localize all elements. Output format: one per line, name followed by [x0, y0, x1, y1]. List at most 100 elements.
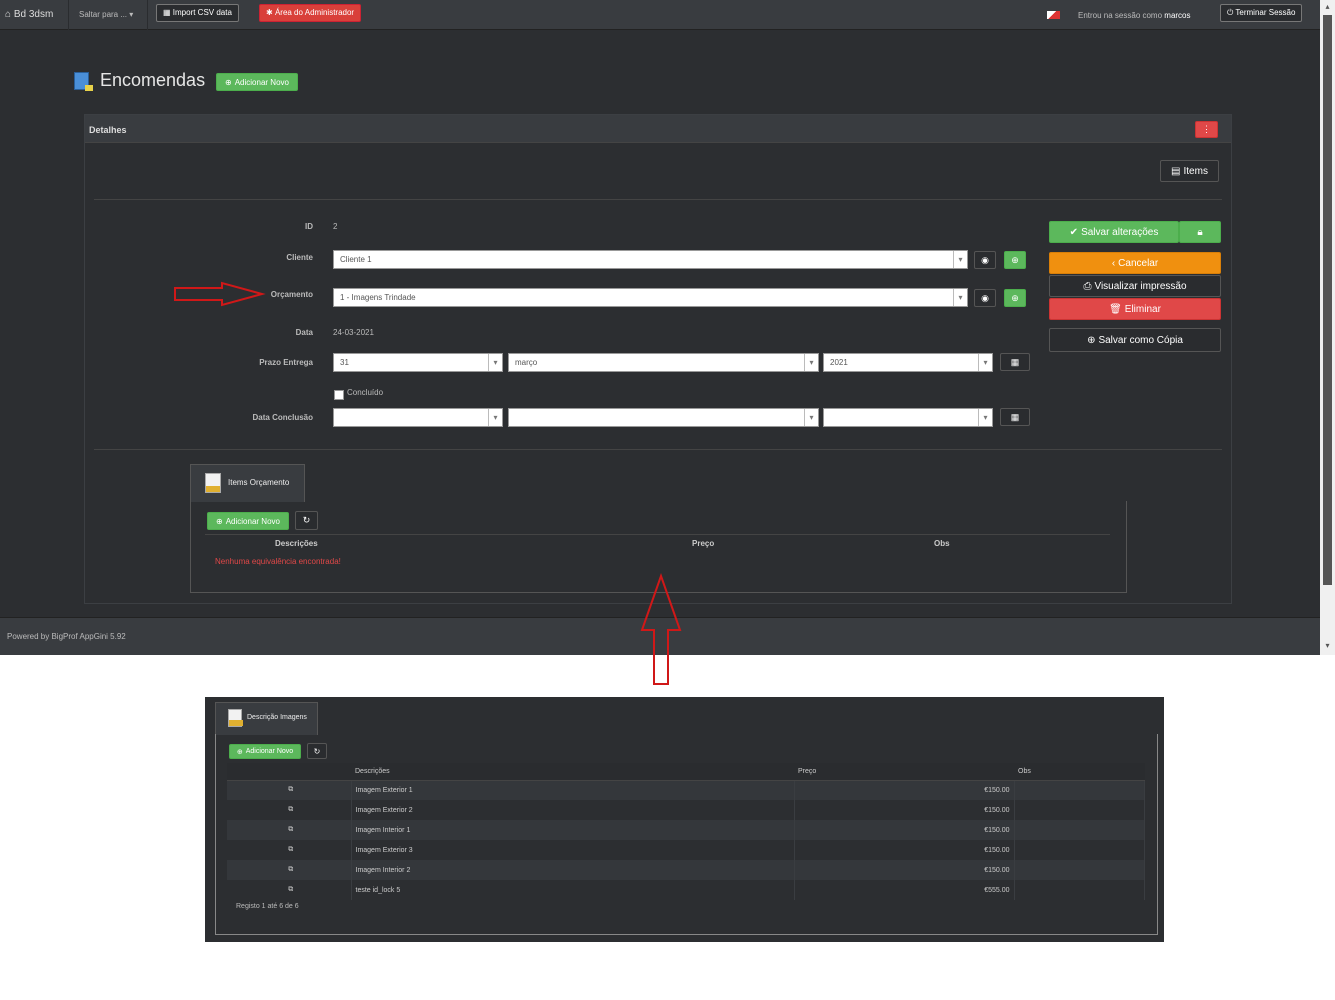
kebab-icon: ⋮: [1202, 124, 1211, 134]
prazo-day-select[interactable]: 31 ▾: [333, 353, 503, 372]
delete-button[interactable]: 🗑︎ Eliminar: [1049, 298, 1221, 320]
cliente-select[interactable]: Cliente 1 ▾: [333, 250, 968, 269]
row-desc: teste id_lock 5: [351, 880, 795, 900]
import-csv-button[interactable]: ▦ Import CSV data: [156, 4, 239, 22]
child-add-new-button[interactable]: ⊕ Adicionar Novo: [207, 512, 289, 530]
data-value: 24-03-2021: [333, 328, 374, 337]
jump-menu[interactable]: Saltar para ... ▾: [79, 10, 133, 19]
table-icon: [74, 72, 93, 91]
session-prefix: Entrou na sessão como: [1078, 11, 1163, 20]
refresh-button[interactable]: ↻: [307, 743, 327, 759]
panel-menu-button[interactable]: ⋮: [1195, 121, 1218, 138]
refresh-button[interactable]: ↻: [295, 511, 318, 530]
add-cliente-button[interactable]: ⊕: [1004, 251, 1026, 269]
tab-descricao-imagens[interactable]: Descrição Imagens: [215, 702, 318, 735]
view-cliente-button[interactable]: ◉: [974, 251, 996, 269]
external-link-icon[interactable]: ⧉: [227, 780, 352, 800]
add-orcamento-button[interactable]: ⊕: [1004, 289, 1026, 307]
logout-label: Terminar Sessão: [1235, 8, 1296, 17]
child-add-new-button[interactable]: ⊕ Adicionar Novo: [229, 744, 301, 759]
id-value: 2: [333, 222, 338, 231]
admin-area-button[interactable]: ✱ Área do Administrador: [259, 4, 362, 22]
chevron-down-icon: ▾: [978, 409, 992, 426]
top-screenshot: ⌂ Bd 3dsm Saltar para ... ▾ ▦ Import CSV…: [0, 0, 1335, 655]
page-title: Encomendas: [100, 70, 206, 90]
lock-button[interactable]: 🔒︎: [1179, 221, 1221, 243]
plus-circle-icon: ⊕: [225, 77, 232, 87]
chevron-down-icon: ▾: [488, 409, 502, 426]
chevron-down-icon: ▾: [488, 354, 502, 371]
plus-circle-icon: ⊕: [1011, 254, 1019, 265]
cancel-button[interactable]: ‹ Cancelar: [1049, 252, 1221, 274]
table-row[interactable]: ⧉ Imagem Interior 2 €150.00: [227, 860, 1145, 880]
table-row[interactable]: ⧉ Imagem Interior 1 €150.00: [227, 820, 1145, 840]
save-copy-button[interactable]: ⊕ Salvar como Cópia: [1049, 328, 1221, 352]
external-link-icon[interactable]: ⧉: [227, 820, 352, 840]
navbar: ⌂ Bd 3dsm Saltar para ... ▾ ▦ Import CSV…: [0, 0, 1320, 30]
prazo-calendar-button[interactable]: ▦: [1000, 353, 1030, 371]
add-new-button[interactable]: ⊕ Adicionar Novo: [216, 73, 298, 91]
external-link-icon[interactable]: ⧉: [227, 860, 352, 880]
external-link-icon[interactable]: ⧉: [227, 800, 352, 820]
panel-header: Detalhes: [85, 115, 1231, 143]
table-header-row: Descrições Preço Obs: [227, 763, 1145, 781]
concluido-label: Concluído: [347, 388, 384, 397]
logout-button[interactable]: ⏻ Terminar Sessão: [1220, 4, 1303, 22]
row-desc: Imagem Exterior 1: [351, 780, 795, 800]
col-descricoes: Descrições: [275, 539, 318, 548]
tab-items-orcamento[interactable]: Items Orçamento: [190, 464, 305, 502]
brand-link[interactable]: ⌂ Bd 3dsm: [5, 9, 53, 20]
chevron-left-icon: ‹: [1111, 257, 1116, 269]
calendar-icon: ▦: [1010, 356, 1020, 367]
plus-circle-icon: ⊕: [1011, 292, 1019, 303]
calendar-icon: ▦: [1010, 411, 1020, 422]
import-label: Import CSV data: [172, 8, 232, 17]
orcamento-value: 1 - Imagens Trindade: [340, 293, 416, 302]
print-preview-button[interactable]: ⎙ Visualizar impressão: [1049, 275, 1221, 297]
cliente-value: Cliente 1: [340, 255, 372, 264]
plus-circle-icon: ⊕: [216, 516, 223, 526]
items-button[interactable]: ▤ Items: [1160, 160, 1219, 182]
table-row[interactable]: ⧉ teste id_lock 5 €555.00: [227, 880, 1145, 900]
tab-label: Items Orçamento: [228, 478, 290, 487]
footer: Powered by BigProf AppGini 5.92: [0, 617, 1320, 655]
scroll-up-icon[interactable]: ▴: [1323, 2, 1332, 11]
conclusao-day-select[interactable]: ▾: [333, 408, 503, 427]
table-row[interactable]: ⧉ Imagem Exterior 1 €150.00: [227, 780, 1145, 800]
col-obs: Obs: [1014, 763, 1145, 781]
external-link-icon[interactable]: ⧉: [227, 880, 352, 900]
prazo-month-select[interactable]: março ▾: [508, 353, 819, 372]
row-desc: Imagem Interior 1: [351, 820, 795, 840]
language-flag-icon[interactable]: [1047, 11, 1060, 19]
child-add-new-label: Adicionar Novo: [225, 516, 280, 526]
session-user: marcos: [1164, 11, 1191, 20]
external-link-icon[interactable]: ⧉: [227, 840, 352, 860]
orcamento-select[interactable]: 1 - Imagens Trindade ▾: [333, 288, 968, 307]
table-row[interactable]: ⧉ Imagem Exterior 3 €150.00: [227, 840, 1145, 860]
col-preco: Preço: [692, 539, 715, 548]
row-price: €150.00: [794, 820, 1015, 840]
col-obs: Obs: [934, 539, 950, 548]
jump-label: Saltar para ...: [79, 10, 128, 19]
scroll-down-icon[interactable]: ▾: [1323, 641, 1332, 650]
row-obs: [1014, 860, 1145, 880]
table-row[interactable]: ⧉ Imagem Exterior 2 €150.00: [227, 800, 1145, 820]
concluido-checkbox[interactable]: [334, 390, 344, 400]
add-new-label: Adicionar Novo: [234, 77, 289, 87]
eye-icon: ◉: [981, 292, 989, 303]
printer-icon: ⎙: [1083, 280, 1092, 292]
conclusao-calendar-button[interactable]: ▦: [1000, 408, 1030, 426]
conclusao-month-select[interactable]: ▾: [508, 408, 819, 427]
items-label: Items: [1183, 165, 1208, 177]
row-desc: Imagem Exterior 3: [351, 840, 795, 860]
scroll-thumb[interactable]: [1323, 15, 1332, 585]
view-orcamento-button[interactable]: ◉: [974, 289, 996, 307]
records-count: Registo 1 até 6 de 6: [236, 903, 299, 910]
save-button[interactable]: ✔ Salvar alterações: [1049, 221, 1179, 243]
lock-icon: 🔒︎: [1197, 226, 1203, 238]
conclusao-year-select[interactable]: ▾: [823, 408, 993, 427]
scrollbar[interactable]: ▴ ▾: [1320, 0, 1335, 655]
prazo-year-value: 2021: [830, 358, 848, 367]
divider: [94, 199, 1222, 200]
prazo-year-select[interactable]: 2021 ▾: [823, 353, 993, 372]
